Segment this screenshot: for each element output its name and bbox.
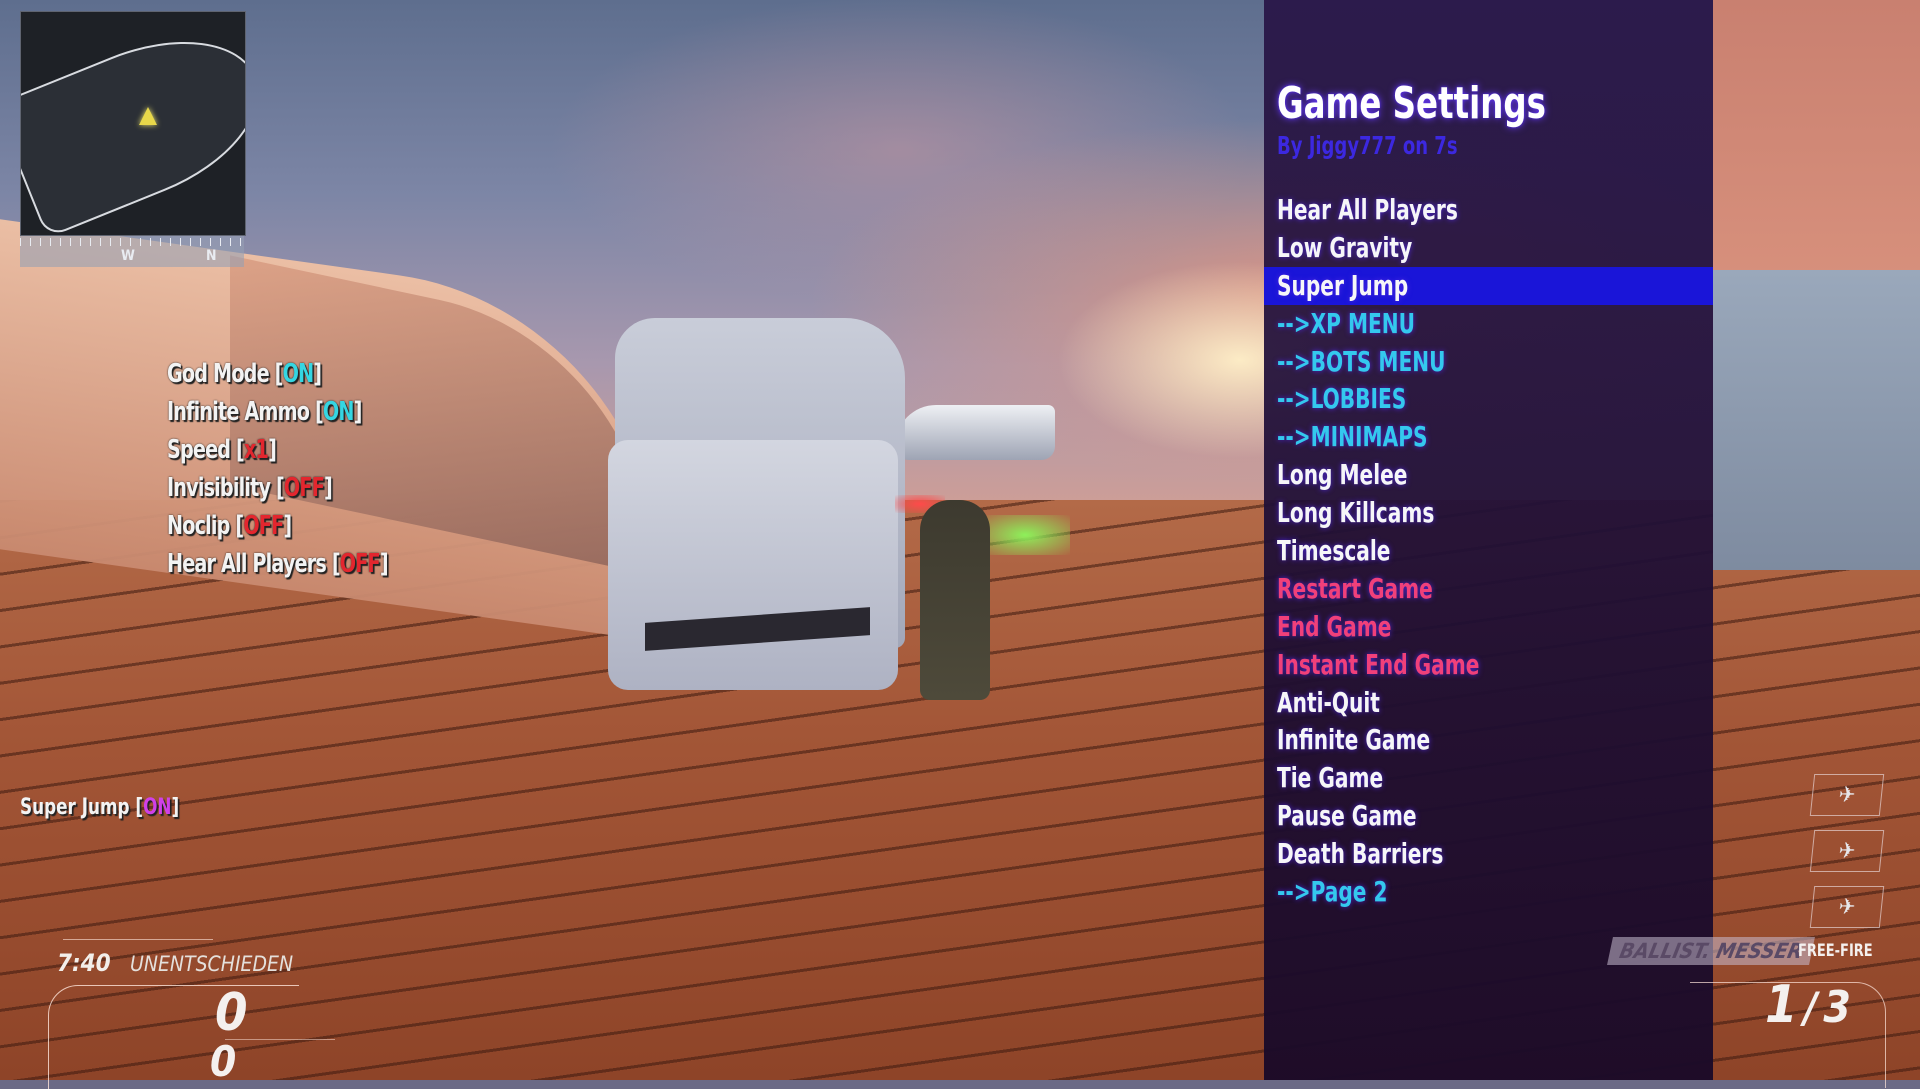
menu-item-label: Infinite Game xyxy=(1277,723,1431,757)
menu-item-long-killcams[interactable]: Long Killcams xyxy=(1264,494,1713,532)
menu-item-anti-quit[interactable]: Anti-Quit xyxy=(1264,684,1713,722)
menu-item-restart-game[interactable]: Restart Game xyxy=(1264,570,1713,608)
menu-item-xp-menu[interactable]: -->XP MENU xyxy=(1264,305,1713,343)
deck-railing-wall xyxy=(1713,270,1920,570)
killstreak-list: ✈ ✈ ✈ xyxy=(1809,774,1885,942)
minimap xyxy=(20,11,246,236)
toggle-notification: Super Jump [ON] xyxy=(20,795,180,820)
status-label: Hear All Players xyxy=(167,549,327,579)
mod-status-list: God Mode [ON] Infinite Ammo [ON] Speed [… xyxy=(167,355,436,583)
menu-item-label: Anti-Quit xyxy=(1277,685,1380,719)
menu-title: Game Settings xyxy=(1277,78,1546,129)
fire-mode: FREE-FIRE xyxy=(1798,941,1873,961)
killstreak-drone-icon: ✈ xyxy=(1809,774,1885,816)
status-label: Infinite Ammo xyxy=(167,397,310,427)
deck-container-front xyxy=(608,440,898,690)
match-status: UNENTSCHIEDEN xyxy=(130,952,294,976)
menu-item-lobbies[interactable]: -->LOBBIES xyxy=(1264,380,1713,418)
menu-item-super-jump[interactable]: Super Jump xyxy=(1264,266,1713,305)
menu-item-label: -->BOTS MENU xyxy=(1277,344,1446,378)
status-row-invisibility: Invisibility [OFF] xyxy=(167,473,333,503)
menu-item-infinite-game[interactable]: Infinite Game xyxy=(1264,721,1713,759)
menu-item-label: End Game xyxy=(1277,609,1392,643)
player-marker-icon xyxy=(139,107,157,125)
notification-label: Super Jump xyxy=(20,795,130,820)
menu-item-pause-game[interactable]: Pause Game xyxy=(1264,797,1713,835)
player-character xyxy=(920,500,990,700)
menu-item-timescale[interactable]: Timescale xyxy=(1264,532,1713,570)
minimap-yacht-outline xyxy=(21,12,245,235)
team-score: 0 xyxy=(215,983,248,1043)
menu-item-tie-game[interactable]: Tie Game xyxy=(1264,759,1713,797)
compass-west-label: W xyxy=(121,248,135,264)
menu-item-label: Restart Game xyxy=(1277,571,1433,605)
status-label: Speed xyxy=(167,435,231,465)
green-light-glow xyxy=(980,515,1070,555)
compass-ticks xyxy=(20,238,244,246)
menu-subtitle: By Jiggy777 on 7s xyxy=(1277,131,1458,160)
drone-icon: ✈ xyxy=(1837,782,1857,808)
mod-menu-panel: Game Settings By Jiggy777 on 7s Hear All… xyxy=(1264,0,1713,1080)
jet-icon: ✈ xyxy=(1837,838,1857,864)
menu-item-label: Instant End Game xyxy=(1277,647,1480,681)
status-label: God Mode xyxy=(167,359,270,389)
ammo-reserve: 3 xyxy=(1823,982,1851,1033)
weapon-hud: BALLIST. MESSER FREE-FIRE 1/3 xyxy=(1600,935,1920,1088)
distant-yacht xyxy=(895,405,1055,460)
menu-item-minimaps[interactable]: -->MINIMAPS xyxy=(1264,418,1713,456)
score-frame xyxy=(48,985,299,1089)
menu-item-label: Timescale xyxy=(1277,534,1391,568)
menu-item-label: -->Page 2 xyxy=(1277,875,1388,909)
score-divider xyxy=(225,1039,335,1040)
score-hud: 7:40 UNENTSCHIEDEN 0 0 xyxy=(45,935,345,1089)
enemy-score: 0 xyxy=(210,1037,237,1086)
killstreak-plane-icon: ✈ xyxy=(1809,886,1885,928)
weapon-name: BALLIST. MESSER xyxy=(1607,937,1816,965)
menu-item-label: -->XP MENU xyxy=(1277,306,1415,340)
status-value: ON xyxy=(322,397,355,427)
menu-item-label: Super Jump xyxy=(1277,268,1409,302)
menu-item-instant-end-game[interactable]: Instant End Game xyxy=(1264,646,1713,684)
status-value: OFF xyxy=(283,473,325,503)
ammo-separator: / xyxy=(1803,983,1818,1032)
menu-item-list: Hear All Players Low Gravity Super Jump -->… xyxy=(1264,191,1713,911)
menu-item-long-melee[interactable]: Long Melee xyxy=(1264,456,1713,494)
menu-item-end-game[interactable]: End Game xyxy=(1264,608,1713,646)
menu-item-low-gravity[interactable]: Low Gravity xyxy=(1264,229,1713,267)
menu-item-hear-all-players[interactable]: Hear All Players xyxy=(1264,191,1713,229)
menu-item-label: Tie Game xyxy=(1277,761,1384,795)
status-label: Invisibility xyxy=(167,473,271,503)
menu-item-label: Low Gravity xyxy=(1277,230,1413,264)
status-value: ON xyxy=(282,359,315,389)
status-row-hear-all-players: Hear All Players [OFF] xyxy=(167,549,389,579)
status-row-god-mode: God Mode [ON] xyxy=(167,359,322,389)
menu-item-page-2[interactable]: -->Page 2 xyxy=(1264,873,1713,911)
compass-strip: W N xyxy=(20,236,244,267)
status-value: OFF xyxy=(243,511,284,541)
match-timer: 7:40 xyxy=(57,949,111,977)
menu-item-label: Hear All Players xyxy=(1277,193,1458,226)
ammo-clip: 1 xyxy=(1765,975,1798,1035)
score-hud-divider xyxy=(63,939,213,940)
compass-north-label: N xyxy=(206,248,217,264)
menu-item-death-barriers[interactable]: Death Barriers xyxy=(1264,835,1713,873)
killstreak-jet-icon: ✈ xyxy=(1809,830,1885,872)
status-row-noclip: Noclip [OFF] xyxy=(167,511,292,541)
menu-item-label: -->MINIMAPS xyxy=(1277,420,1428,454)
ammo-counter: 1/3 xyxy=(1765,975,1851,1035)
menu-item-label: Death Barriers xyxy=(1277,837,1444,871)
menu-item-label: Long Melee xyxy=(1277,458,1408,492)
status-label: Noclip xyxy=(167,511,230,541)
status-value: x1 xyxy=(244,435,269,465)
menu-item-bots-menu[interactable]: -->BOTS MENU xyxy=(1264,343,1713,381)
plane-icon: ✈ xyxy=(1837,894,1857,920)
menu-item-label: -->LOBBIES xyxy=(1277,382,1407,416)
status-row-speed: Speed [x1] xyxy=(167,435,277,465)
menu-item-label: Pause Game xyxy=(1277,799,1417,833)
status-value: OFF xyxy=(339,549,381,579)
menu-item-label: Long Killcams xyxy=(1277,496,1435,530)
notification-value: ON xyxy=(143,795,172,820)
status-row-infinite-ammo: Infinite Ammo [ON] xyxy=(167,397,362,427)
